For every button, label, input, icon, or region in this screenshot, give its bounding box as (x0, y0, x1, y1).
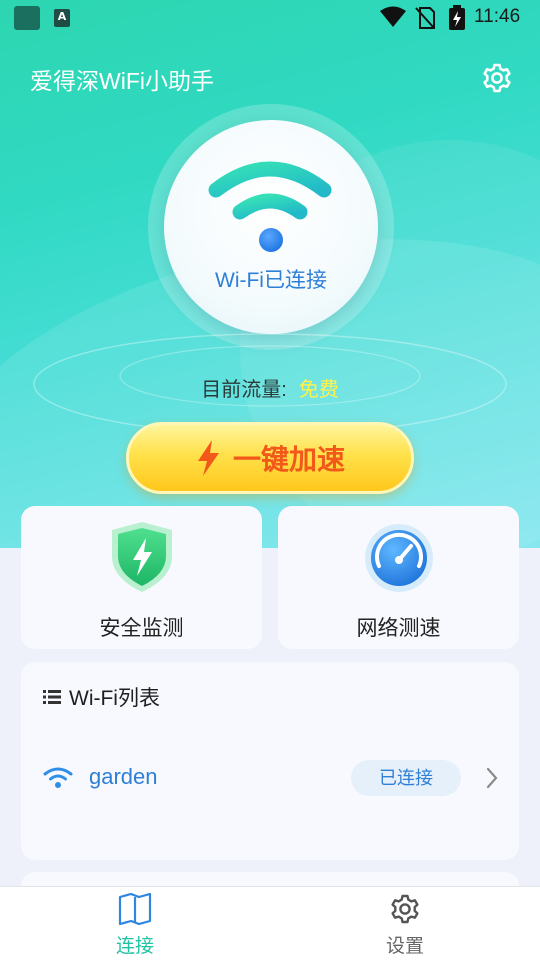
no-sim-icon (415, 7, 435, 29)
boost-button-label: 一键加速 (232, 444, 345, 475)
tab-settings[interactable]: 设置 (270, 887, 540, 960)
security-check-card[interactable]: 安全监测 (21, 506, 262, 649)
list-icon (43, 690, 61, 704)
battery-charging-icon (449, 5, 465, 30)
network-name: garden (89, 764, 158, 789)
wifi-list-title: Wi-Fi列表 (69, 687, 160, 710)
traffic-row: 目前流量: 免费 (0, 373, 540, 402)
wifi-icon (208, 161, 332, 252)
wifi-icon (43, 767, 73, 788)
wifi-list-card: Wi-Fi列表 garden 已连接 (21, 662, 519, 860)
security-check-label: 安全监测 (99, 617, 184, 640)
gear-icon (391, 894, 419, 924)
shield-bolt-icon (111, 522, 172, 592)
bottom-tab-bar: 连接 设置 (0, 886, 540, 960)
wifi-status-text: Wi-Fi已连接 (215, 269, 327, 292)
lightning-icon (197, 440, 219, 476)
wifi-network-row[interactable]: garden 已连接 (21, 750, 519, 806)
speedometer-icon (364, 524, 433, 592)
boost-button[interactable]: 一键加速 (126, 422, 414, 494)
app-notification-icon (14, 6, 40, 30)
clock: 11:46 (474, 6, 521, 27)
speed-test-card[interactable]: 网络测速 (278, 506, 519, 649)
status-bar: A 11:46 (0, 0, 540, 36)
traffic-label: 目前流量: (201, 379, 287, 401)
wifi-list-header: Wi-Fi列表 (43, 682, 160, 712)
app-title: 爱得深WiFi小助手 (30, 68, 214, 94)
connection-status-badge: 已连接 (351, 760, 461, 796)
tab-connect[interactable]: 连接 (0, 887, 270, 960)
chevron-right-icon (486, 767, 498, 789)
wifi-signal-icon (380, 6, 406, 27)
traffic-value: 免费 (298, 379, 339, 401)
speed-test-label: 网络测速 (356, 617, 441, 640)
tab-connect-label: 连接 (115, 936, 154, 957)
font-notification-icon: A (54, 9, 70, 27)
tab-settings-label: 设置 (385, 936, 424, 957)
book-icon (118, 893, 152, 925)
gear-icon[interactable] (481, 62, 513, 94)
